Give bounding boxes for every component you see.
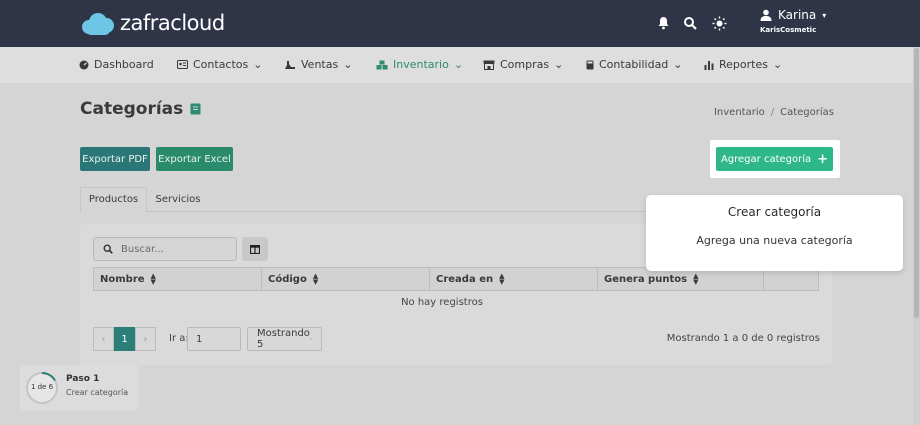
breadcrumb-current: Categorías	[780, 107, 834, 118]
nav-label: Ventas	[301, 58, 339, 71]
user-name: Karina	[778, 8, 817, 22]
chevron-down-icon: ⌄	[253, 58, 263, 71]
user-icon	[760, 9, 772, 21]
nav-contactos[interactable]: Contactos ⌄	[177, 58, 262, 71]
nav-label: Reportes	[719, 58, 768, 71]
search-input[interactable]: Buscar...	[93, 237, 237, 261]
next-page-button[interactable]: ›	[135, 327, 156, 351]
page-number-button[interactable]: 1	[114, 327, 135, 351]
store-icon	[483, 60, 495, 70]
plus-icon: +	[817, 151, 829, 167]
contacts-icon	[177, 60, 188, 69]
search-placeholder: Buscar...	[121, 243, 164, 255]
sort-icon: ▲ ▼	[693, 272, 699, 286]
column-label: Nombre	[100, 273, 145, 285]
breadcrumb-separator: /	[770, 107, 775, 118]
chevron-right-icon: ›	[143, 333, 148, 345]
bar-chart-icon	[704, 60, 714, 70]
tab-servicios[interactable]: Servicios	[150, 187, 206, 212]
chevron-down-icon: ⌄	[554, 58, 564, 71]
nav-reportes[interactable]: Reportes ⌄	[704, 58, 782, 71]
export-excel-button[interactable]: Exportar Excel	[156, 147, 233, 171]
nav-dashboard[interactable]: Dashboard	[79, 58, 154, 71]
column-toggle-button[interactable]	[242, 237, 268, 261]
tab-productos[interactable]: Productos	[80, 187, 147, 212]
column-label: Código	[268, 273, 307, 285]
add-category-label: Agregar categoría	[720, 153, 812, 165]
tour-step-widget[interactable]: 1 de 6 Paso 1 Crear categoría	[20, 365, 138, 410]
sort-icon: ▲ ▼	[312, 272, 319, 286]
chevron-down-icon: ⌄	[343, 58, 353, 71]
add-category-button[interactable]: Agregar categoría +	[716, 147, 833, 171]
column-genera-puntos[interactable]: Genera puntos ▲ ▼	[598, 268, 764, 290]
bell-icon[interactable]	[654, 14, 672, 32]
column-label: Genera puntos	[604, 273, 688, 285]
column-codigo[interactable]: Código ▲ ▼	[262, 268, 430, 290]
step-title: Paso 1	[66, 374, 100, 384]
page-size-select[interactable]: Mostrando 5	[247, 327, 322, 351]
step-count: 1 de 6	[30, 383, 54, 391]
empty-message: No hay registros	[401, 297, 483, 308]
brand-name: zafracloud	[120, 11, 225, 35]
step-subtitle: Crear categoría	[66, 388, 129, 397]
column-label: Creada en	[436, 273, 494, 285]
calculator-icon	[586, 60, 594, 69]
nav-label: Compras	[500, 58, 550, 71]
page-title-text: Categorías	[80, 99, 184, 119]
nav-label: Dashboard	[94, 58, 154, 71]
sort-icon: ▲ ▼	[150, 272, 156, 286]
breadcrumb-inventario[interactable]: Inventario	[714, 107, 765, 118]
search-icon[interactable]	[681, 14, 699, 32]
chevron-down-icon: ⌄	[453, 58, 464, 71]
export-pdf-button[interactable]: Exportar PDF	[80, 147, 150, 171]
records-summary: Mostrando 1 a 0 de 0 registros	[666, 333, 820, 344]
sales-icon	[285, 60, 295, 69]
goto-page-input[interactable]: 1	[187, 327, 241, 351]
book-icon	[190, 103, 201, 115]
nav-label: Inventario	[393, 58, 449, 71]
scrollbar-thumb[interactable]	[914, 48, 919, 318]
popover-title: Crear categoría	[727, 205, 822, 219]
pagination: ‹ 1 ›	[93, 327, 156, 351]
nav-compras[interactable]: Compras ⌄	[483, 58, 563, 71]
company-name: KarisCosmetic	[760, 26, 817, 34]
search-icon	[103, 244, 113, 254]
sun-icon[interactable]	[710, 14, 728, 32]
nav-label: Contactos	[193, 58, 249, 71]
breadcrumb: Inventario / Categorías	[714, 107, 834, 118]
chevron-down-icon: ▾	[822, 10, 827, 20]
nav-label: Contabilidad	[599, 58, 669, 71]
sort-icon: ▲ ▼	[499, 272, 505, 286]
nav-contabilidad[interactable]: Contabilidad ⌄	[586, 58, 683, 71]
tour-popover: Crear categoría Agrega una nueva categor…	[646, 195, 903, 271]
dashboard-icon	[79, 60, 89, 69]
chevron-down-icon	[310, 338, 312, 340]
page-title: Categorías	[80, 99, 201, 119]
brand-logo[interactable]: zafracloud	[80, 9, 225, 37]
prev-page-button[interactable]: ‹	[93, 327, 114, 351]
columns-icon	[250, 244, 260, 254]
top-bar: zafracloud Karina ▾ KarisCosmetic	[0, 0, 920, 47]
page-size-value: Mostrando 5	[257, 328, 310, 350]
column-nombre[interactable]: Nombre ▲ ▼	[94, 268, 262, 290]
inventory-icon	[376, 60, 388, 69]
cloud-logo-icon	[80, 11, 116, 35]
goto-label: Ir a:	[169, 333, 189, 344]
chevron-down-icon: ⌄	[673, 58, 683, 71]
nav-inventario[interactable]: Inventario ⌄	[376, 58, 463, 71]
main-nav: Dashboard Contactos ⌄ Ventas ⌄ Inventari…	[0, 47, 913, 83]
popover-body: Agrega una nueva categoría	[696, 234, 853, 247]
nav-ventas[interactable]: Ventas ⌄	[284, 58, 352, 71]
chevron-down-icon: ⌄	[772, 58, 783, 71]
user-menu[interactable]: Karina ▾ KarisCosmetic	[760, 8, 826, 34]
column-creada-en[interactable]: Creada en ▲ ▼	[430, 268, 598, 290]
chevron-left-icon: ‹	[101, 333, 106, 345]
